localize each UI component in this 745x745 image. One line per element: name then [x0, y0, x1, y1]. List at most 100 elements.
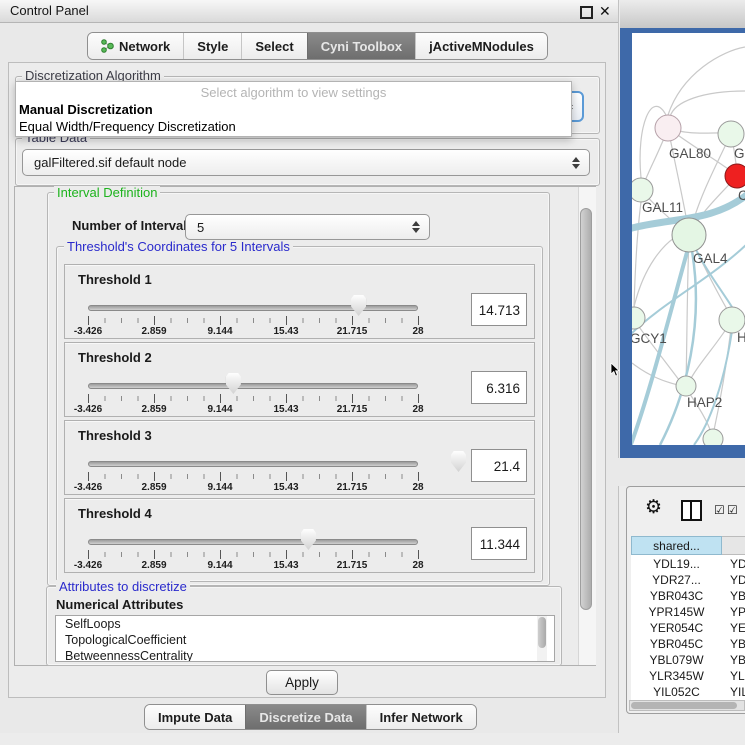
node-label: G	[734, 146, 745, 161]
mouse-cursor	[610, 363, 620, 377]
node-label: GAL11	[642, 200, 683, 215]
gear-icon[interactable]: ⚙	[645, 498, 662, 518]
combo-arrows-icon	[572, 157, 580, 169]
table-row[interactable]: YBL079WYBL0	[631, 652, 745, 668]
node-label: GAL80	[669, 146, 711, 161]
table-row[interactable]: YER054CYER0	[631, 620, 745, 636]
split-columns-icon[interactable]	[681, 500, 702, 521]
slider-tick-labels: -3.426 2.859 9.144 15.43 21.715 28	[88, 404, 418, 416]
threshold-3-value-field[interactable]: 21.4	[471, 449, 527, 482]
table-row[interactable]: YBR045CYBR0	[631, 636, 745, 652]
apply-button[interactable]: Apply	[266, 670, 338, 695]
tab-jactivemnodules[interactable]: jActiveMNodules	[415, 33, 547, 59]
node-gal4	[672, 218, 706, 252]
tab-style[interactable]: Style	[183, 33, 241, 59]
node-gcy1	[632, 307, 645, 329]
dropdown-prompt: Select algorithm to view settings	[16, 85, 571, 100]
table-header-row: shared... na	[631, 536, 745, 555]
list-item[interactable]: BetweennessCentrality	[56, 648, 554, 662]
node-hap2	[676, 376, 696, 396]
control-panel-tabbar: Network Style Select Cyni Toolbox jActiv…	[87, 32, 548, 60]
threshold-1-panel: Threshold 1 -3.426 2.859 9.144 15.43 21.…	[64, 264, 535, 339]
threshold-3-slider[interactable]	[88, 461, 418, 467]
screen: Control Panel ✕ Network Style Select	[0, 0, 745, 745]
node-red-selected	[725, 164, 745, 188]
table-row[interactable]: YBR043CYBR0	[631, 588, 745, 604]
threshold-2-slider-thumb[interactable]	[226, 373, 241, 394]
node-label: C	[738, 188, 745, 203]
tab-infer-network[interactable]: Infer Network	[366, 705, 476, 729]
vertical-scrollbar-thumb[interactable]	[580, 208, 592, 610]
column-header-name[interactable]: na	[722, 536, 745, 555]
number-of-intervals-label: Number of Intervals	[72, 218, 194, 233]
tab-network-label: Network	[119, 39, 170, 54]
network-canvas[interactable]: GAL80 G C GAL11 GAL4 GCY1 H HAP2	[632, 33, 745, 445]
network-icon	[101, 39, 114, 53]
combo-arrows-icon	[412, 221, 420, 233]
table-row[interactable]: YDR27...YDR2	[631, 572, 745, 588]
slider-tick-labels: -3.426 2.859 9.144 15.43 21.715 28	[88, 326, 418, 338]
checkbox-checked-icon[interactable]: ☑	[714, 503, 725, 517]
node-pink	[655, 115, 681, 141]
table-row[interactable]: YLR345WYLR3	[631, 668, 745, 684]
threshold-3-label: Threshold 3	[78, 428, 152, 443]
node-label: H	[737, 330, 745, 345]
slider-tick-labels: -3.426 2.859 9.144 15.43 21.715 28	[88, 560, 418, 572]
threshold-2-panel: Threshold 2 -3.426 2.859 9.144 15.43 21.…	[64, 342, 535, 417]
node-green	[718, 121, 744, 147]
numerical-attributes-list: SelfLoops TopologicalCoefficient Between…	[55, 615, 555, 662]
table-row[interactable]: YDL19...YDL1	[631, 556, 745, 572]
threshold-1-slider-thumb[interactable]	[351, 295, 366, 316]
node-bottom	[703, 429, 723, 445]
checkbox-checked-icon[interactable]: ☑	[727, 503, 738, 517]
dropdown-option-equal-width-frequency[interactable]: Equal Width/Frequency Discretization	[19, 119, 236, 134]
control-panel-title: Control Panel	[10, 0, 89, 22]
threshold-1-slider[interactable]	[88, 305, 418, 311]
table-horizontal-scrollbar-thumb[interactable]	[631, 702, 737, 709]
column-header-shared-name[interactable]: shared...	[631, 536, 722, 555]
float-window-icon[interactable]	[580, 6, 593, 19]
slider-major-ticks	[88, 472, 419, 481]
node-gal11	[632, 178, 653, 202]
slider-major-ticks	[88, 550, 419, 559]
threshold-3-panel: Threshold 3 -3.426 2.859 9.144 15.43 21.…	[64, 420, 535, 495]
number-of-intervals-combobox[interactable]: 5	[185, 214, 430, 240]
bottom-tabbar: Impute Data Discretize Data Infer Networ…	[144, 704, 477, 730]
dropdown-option-manual-discretization[interactable]: Manual Discretization	[19, 102, 153, 117]
interval-definition-title: Interval Definition	[54, 186, 160, 199]
slider-tick-labels: -3.426 2.859 9.144 15.43 21.715 28	[88, 482, 418, 494]
threshold-1-label: Threshold 1	[78, 272, 152, 287]
number-of-intervals-value: 5	[197, 220, 204, 235]
tab-impute-data[interactable]: Impute Data	[145, 705, 245, 729]
threshold-4-panel: Threshold 4 -3.426 2.859 9.144 15.43 21.…	[64, 498, 535, 573]
numerical-attributes-heading: Numerical Attributes	[56, 597, 183, 612]
threshold-4-slider-thumb[interactable]	[301, 529, 316, 550]
list-item[interactable]: SelfLoops	[56, 616, 554, 632]
tab-select[interactable]: Select	[241, 33, 306, 59]
threshold-4-slider[interactable]	[88, 539, 418, 545]
close-icon[interactable]: ✕	[599, 2, 611, 20]
slider-major-ticks	[88, 316, 419, 325]
algorithm-dropdown-popup: Select algorithm to view settings Manual…	[15, 81, 572, 137]
table-row[interactable]: YPR145WYPR1	[631, 604, 745, 620]
threshold-4-label: Threshold 4	[78, 506, 152, 521]
threshold-1-value-field[interactable]: 14.713	[471, 293, 527, 326]
tab-network[interactable]: Network	[88, 33, 183, 59]
tab-cyni-toolbox[interactable]: Cyni Toolbox	[307, 33, 415, 59]
threshold-4-value-field[interactable]: 11.344	[471, 527, 527, 560]
control-panel-titlebar: Control Panel ✕	[0, 0, 618, 23]
table-row[interactable]: YIL052CYIL0	[631, 684, 745, 698]
table-data-combobox[interactable]: galFiltered.sif default node	[22, 149, 590, 176]
node-label: GCY1	[632, 331, 667, 346]
tab-discretize-data[interactable]: Discretize Data	[245, 705, 365, 729]
control-panel-window: Control Panel ✕ Network Style Select	[0, 0, 619, 733]
table-data-combobox-value: galFiltered.sif default node	[34, 155, 186, 170]
threshold-2-value-field[interactable]: 6.316	[471, 371, 527, 404]
threshold-3-slider-thumb[interactable]	[451, 451, 466, 472]
slider-major-ticks	[88, 394, 419, 403]
list-item[interactable]: TopologicalCoefficient	[56, 632, 554, 648]
node-label: GAL4	[693, 251, 728, 266]
attributes-list-scrollbar-thumb[interactable]	[538, 617, 546, 648]
attributes-group-title: Attributes to discretize	[56, 580, 190, 593]
threshold-2-slider[interactable]	[88, 383, 418, 389]
